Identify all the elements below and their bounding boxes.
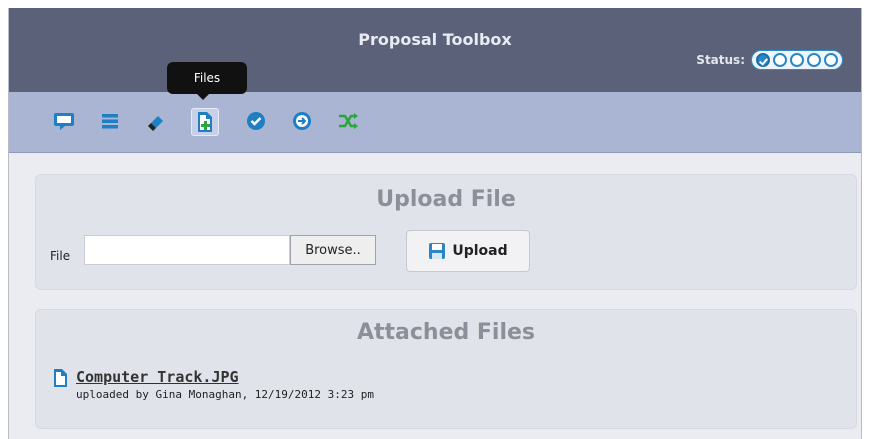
list-icon[interactable] [97, 108, 123, 134]
status-step-icon [807, 53, 821, 67]
status-label: Status: [696, 53, 745, 67]
attached-files-panel: Attached Files Computer Track.JPG upload… [35, 309, 857, 429]
eraser-icon[interactable] [143, 108, 169, 134]
attached-file-meta: uploaded by Gina Monaghan, 12/19/2012 3:… [76, 388, 375, 401]
check-circle-icon[interactable] [243, 108, 269, 134]
files-tooltip: Files [167, 62, 247, 100]
arrow-circle-icon[interactable] [289, 108, 315, 134]
toolbar [9, 92, 861, 153]
floppy-disk-icon [429, 243, 446, 259]
status-step-icon [773, 53, 787, 67]
file-field-label: File [50, 249, 71, 263]
status-indicator: Status: [696, 50, 843, 70]
browse-button[interactable]: Browse.. [290, 235, 376, 265]
upload-file-panel: Upload File File Browse.. Upload [35, 174, 857, 290]
status-step-icon [790, 53, 804, 67]
document-icon [54, 369, 67, 387]
status-progress [751, 50, 843, 70]
upload-button[interactable]: Upload [406, 230, 530, 272]
file-path-input[interactable] [84, 235, 290, 265]
file-add-icon[interactable] [191, 108, 219, 136]
attached-files-title: Attached Files [356, 320, 536, 345]
page-title: Proposal Toolbox [358, 30, 512, 49]
attached-file-link[interactable]: Computer Track.JPG [76, 368, 374, 386]
proposal-toolbox-window: Proposal Toolbox Status: Files Upload Fi… [8, 8, 862, 439]
speech-bubble-icon[interactable] [51, 108, 77, 134]
upload-button-label: Upload [452, 243, 508, 259]
list-item: Computer Track.JPG uploaded by Gina Mona… [52, 368, 374, 401]
upload-file-title: Upload File [376, 187, 516, 212]
status-step-complete-icon [756, 53, 770, 67]
header-bar: Proposal Toolbox Status: [9, 8, 861, 92]
shuffle-icon[interactable] [335, 108, 361, 134]
status-step-icon [824, 53, 838, 67]
